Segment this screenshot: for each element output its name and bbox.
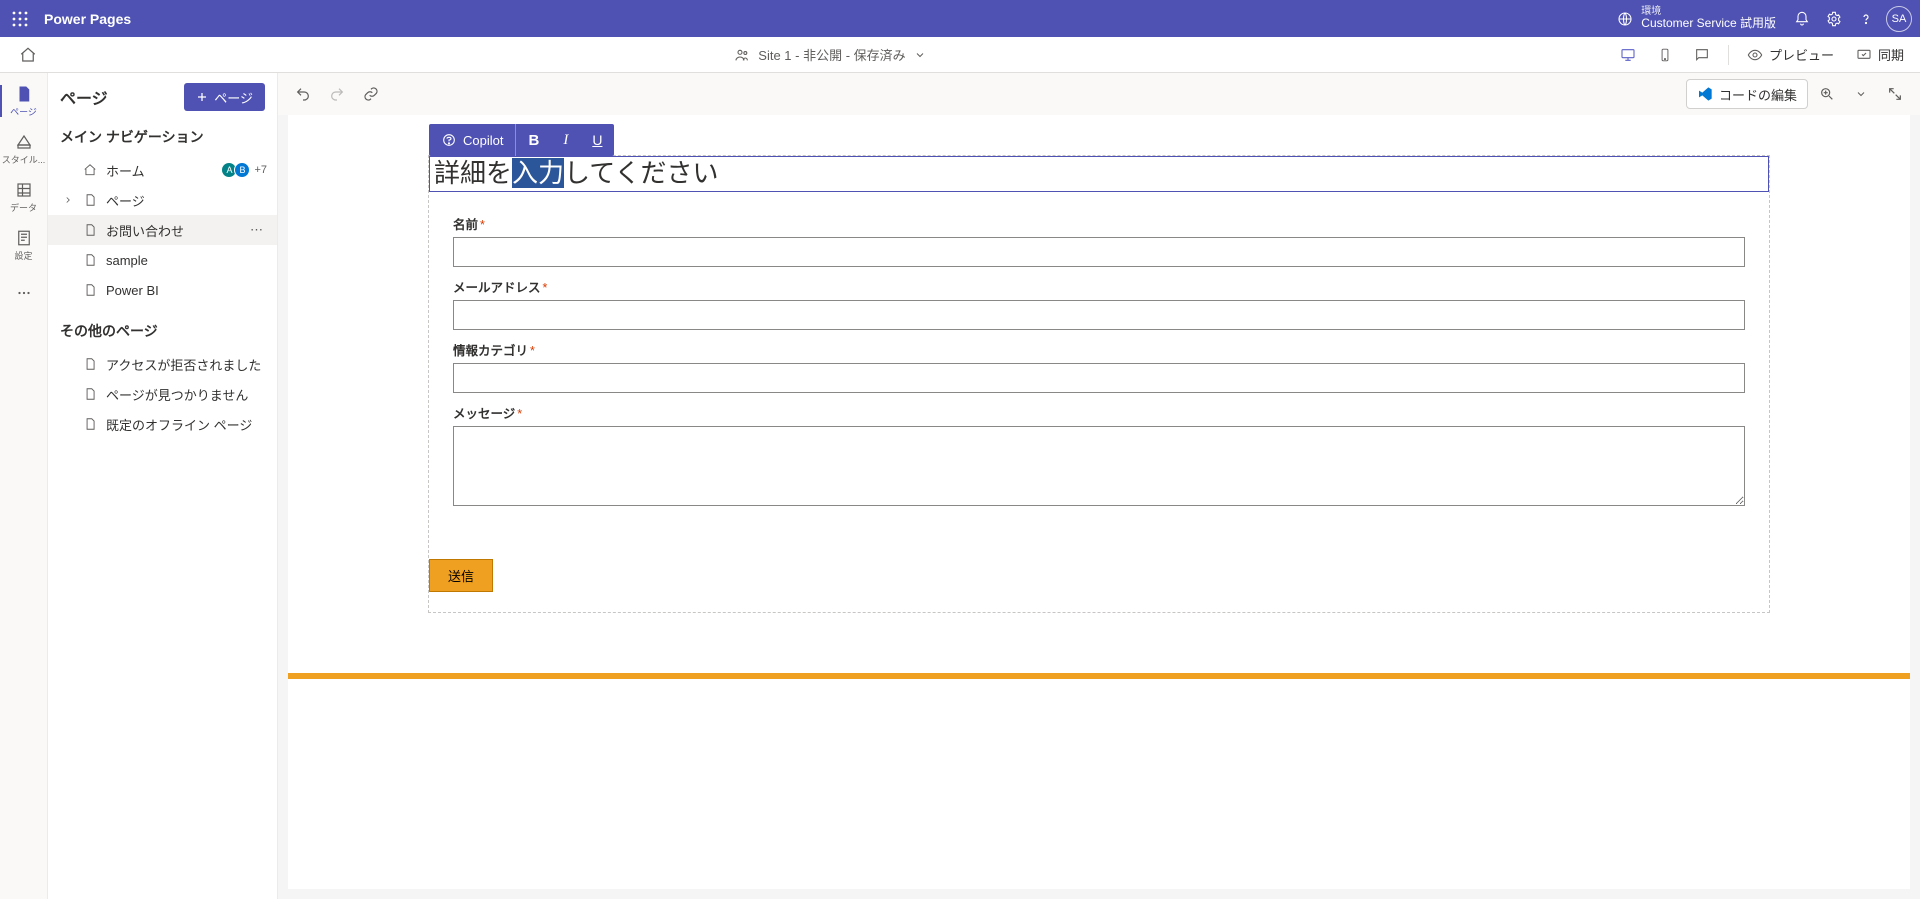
bold-button[interactable]: B (516, 124, 551, 156)
nav-item-home[interactable]: ホーム A B +7 (48, 155, 277, 185)
edit-code-button[interactable]: コードの編集 (1686, 79, 1808, 109)
global-header: Power Pages 環境 Customer Service 試用版 SA (0, 0, 1920, 37)
rail-data[interactable]: データ (0, 173, 48, 221)
command-bar: Site 1 - 非公開 - 保存済み プレビュー 同期 (0, 37, 1920, 73)
settings-icon[interactable] (1818, 3, 1850, 35)
canvas-area: コードの編集 Copilot B (278, 73, 1920, 899)
site-status-label: Site 1 - 非公開 - 保存済み (758, 45, 905, 64)
more-icon[interactable]: ⋯ (246, 222, 267, 238)
undo-icon[interactable] (288, 79, 318, 109)
category-input[interactable] (453, 363, 1745, 393)
home-icon (82, 163, 98, 177)
chevron-down-icon (914, 49, 926, 61)
page-icon (82, 283, 98, 297)
panel-title: ページ (60, 85, 108, 109)
sync-button[interactable]: 同期 (1848, 41, 1912, 69)
rail-styling[interactable]: スタイル... (0, 125, 48, 173)
zoom-icon[interactable] (1812, 79, 1842, 109)
pages-panel: ページ ページ メイン ナビゲーション ホーム A B +7 ページ お問い合わ… (48, 73, 278, 899)
environment-picker[interactable]: 環境 Customer Service 試用版 (1617, 6, 1776, 30)
rail-pages[interactable]: ページ (0, 77, 48, 125)
nav-item-access-denied[interactable]: アクセスが拒否されました (48, 349, 277, 379)
notifications-icon[interactable] (1786, 3, 1818, 35)
presence-avatars: A B +7 (226, 162, 267, 178)
add-page-button[interactable]: ページ (184, 83, 265, 111)
user-avatar[interactable]: SA (1886, 6, 1912, 32)
form-heading-editor[interactable]: 詳細を入力してください (429, 156, 1769, 192)
page-icon (82, 417, 98, 431)
other-pages-heading: その他のページ (48, 315, 277, 349)
product-name: Power Pages (44, 11, 131, 27)
italic-button[interactable]: I (551, 124, 580, 156)
accent-divider (288, 673, 1910, 679)
nav-item-not-found[interactable]: ページが見つかりません (48, 379, 277, 409)
help-icon[interactable] (1850, 3, 1882, 35)
field-name: 名前* (453, 214, 1745, 267)
expand-icon[interactable] (1880, 79, 1910, 109)
app-launcher-icon[interactable] (8, 7, 32, 31)
nav-item-offline[interactable]: 既定のオフライン ページ (48, 409, 277, 439)
environment-name: Customer Service 試用版 (1641, 17, 1776, 30)
category-label: 情報カテゴリ* (453, 340, 1745, 359)
main-nav-heading: メイン ナビゲーション (48, 121, 277, 155)
email-label: メールアドレス* (453, 277, 1745, 296)
page-icon (82, 357, 98, 371)
site-status[interactable]: Site 1 - 非公開 - 保存済み (48, 45, 1612, 64)
selected-text: 入力 (512, 158, 564, 188)
chevron-down-icon[interactable] (1846, 79, 1876, 109)
home-icon[interactable] (14, 41, 42, 69)
field-email: メールアドレス* (453, 277, 1745, 330)
text-format-toolbar: Copilot B I U (429, 124, 614, 156)
page-canvas[interactable]: Copilot B I U 詳細を入力してください 名前* (288, 115, 1910, 889)
left-rail: ページ スタイル... データ 設定 (0, 73, 48, 899)
email-input[interactable] (453, 300, 1745, 330)
responsive-desktop-icon[interactable] (1612, 41, 1644, 69)
responsive-mobile-icon[interactable] (1650, 41, 1680, 69)
nav-item-sample[interactable]: sample (48, 245, 277, 275)
rail-setup[interactable]: 設定 (0, 221, 48, 269)
preview-button[interactable]: プレビュー (1739, 41, 1842, 69)
page-icon (82, 193, 98, 207)
canvas-toolbar: コードの編集 (278, 73, 1920, 115)
message-input[interactable] (453, 426, 1745, 506)
page-icon (82, 253, 98, 267)
form-section[interactable]: Copilot B I U 詳細を入力してください 名前* (428, 155, 1770, 613)
nav-item-contact[interactable]: お問い合わせ ⋯ (48, 215, 277, 245)
field-category: 情報カテゴリ* (453, 340, 1745, 393)
field-message: メッセージ* (453, 403, 1745, 509)
nav-item-pages-group[interactable]: ページ (48, 185, 277, 215)
submit-button[interactable]: 送信 (429, 559, 493, 592)
rail-more[interactable] (0, 269, 48, 317)
underline-button[interactable]: U (580, 124, 614, 156)
link-icon[interactable] (356, 79, 386, 109)
name-input[interactable] (453, 237, 1745, 267)
redo-icon[interactable] (322, 79, 352, 109)
page-icon (82, 387, 98, 401)
message-label: メッセージ* (453, 403, 1745, 422)
nav-item-powerbi[interactable]: Power BI (48, 275, 277, 305)
feedback-icon[interactable] (1686, 41, 1718, 69)
copilot-button[interactable]: Copilot (429, 124, 515, 156)
chevron-right-icon (62, 195, 74, 205)
name-label: 名前* (453, 214, 1745, 233)
environment-label: 環境 (1641, 6, 1776, 17)
page-icon (82, 223, 98, 237)
